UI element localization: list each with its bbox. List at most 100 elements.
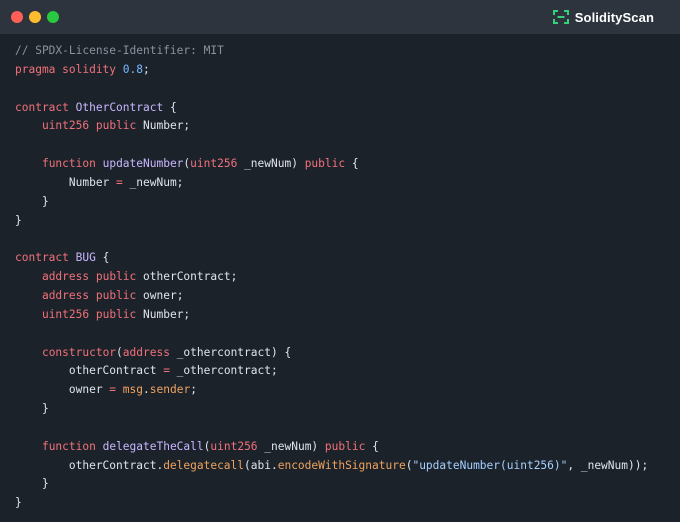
code-token: } xyxy=(15,496,22,510)
code-token: _newNum) xyxy=(237,157,305,171)
code-token: otherContract. xyxy=(15,458,164,472)
code-token: public xyxy=(304,157,346,171)
code-line: Number = _newNum; xyxy=(15,174,680,193)
code-token: OtherContract xyxy=(75,100,164,114)
code-token: BUG xyxy=(75,251,96,265)
code-token: uint256 xyxy=(190,157,238,171)
code-line: uint256 public Number; xyxy=(15,117,680,136)
code-token: ( xyxy=(244,458,251,472)
code-token: { xyxy=(345,157,359,171)
code-token: // SPDX-License-Identifier: MIT xyxy=(15,44,224,57)
code-token: = xyxy=(116,175,123,189)
code-token: . xyxy=(143,383,150,397)
bracket-scan-icon xyxy=(552,10,569,24)
code-token: { xyxy=(95,251,110,265)
code-token: uint256 xyxy=(210,439,258,453)
code-token: msg xyxy=(122,383,144,397)
code-token: contract xyxy=(15,100,69,114)
code-token: address xyxy=(41,288,90,302)
code-token: uint256 xyxy=(41,119,90,133)
code-line: // SPDX-License-Identifier: MIT xyxy=(15,42,680,61)
code-token: public xyxy=(95,288,137,302)
code-line: address public owner; xyxy=(15,287,680,306)
code-token: Number; xyxy=(136,119,191,133)
code-token: delegatecall xyxy=(163,458,245,472)
code-token: address xyxy=(122,345,170,359)
code-line: otherContract.delegatecall(abi.encodeWit… xyxy=(15,457,680,476)
code-token: delegateTheCall xyxy=(102,439,204,453)
code-token: public xyxy=(324,439,366,453)
code-token: , _newNum)); xyxy=(567,458,649,472)
maximize-window-button[interactable] xyxy=(47,11,59,23)
code-token: function xyxy=(41,157,96,171)
code-line: contract BUG { xyxy=(15,249,680,268)
code-token: abi. xyxy=(250,458,278,472)
code-token: function xyxy=(41,439,96,453)
code-token: Number xyxy=(15,175,117,189)
minimize-window-button[interactable] xyxy=(29,11,41,23)
code-token: { xyxy=(163,100,177,114)
code-line: } xyxy=(15,494,680,513)
code-token: public xyxy=(95,307,137,321)
code-token: } xyxy=(15,213,22,227)
code-token: { xyxy=(365,439,379,453)
code-token: _othercontract) { xyxy=(169,345,292,359)
code-token: _othercontract; xyxy=(169,364,278,378)
code-token: Number; xyxy=(136,307,191,321)
code-line: } xyxy=(15,212,680,231)
code-line: function delegateTheCall(uint256 _newNum… xyxy=(15,438,680,457)
code-line: } xyxy=(15,400,680,419)
code-token: = xyxy=(163,364,170,378)
code-token: ; xyxy=(190,383,197,397)
code-token: _newNum) xyxy=(257,439,325,453)
code-token: uint256 xyxy=(41,307,90,321)
code-line: } xyxy=(15,475,680,494)
code-line: otherContract = _othercontract; xyxy=(15,362,680,381)
code-line: contract OtherContract { xyxy=(15,99,680,118)
brand-name: SolidityScan xyxy=(574,9,654,25)
code-line: owner = msg.sender; xyxy=(15,381,680,400)
code-line: constructor(address _othercontract) { xyxy=(15,344,680,363)
code-editor: // SPDX-License-Identifier: MIT pragma so… xyxy=(15,42,680,513)
window-titlebar: SolidityScan xyxy=(0,0,680,34)
code-token: otherContract xyxy=(15,364,164,378)
code-token: constructor xyxy=(41,345,117,359)
code-token: "updateNumber(uint256)" xyxy=(412,458,568,472)
brand-logo: SolidityScan xyxy=(552,9,654,25)
code-token: } xyxy=(15,402,49,416)
code-token: contract xyxy=(15,251,69,265)
code-line: uint256 public Number; xyxy=(15,306,680,325)
code-token: 0.8 xyxy=(122,62,144,76)
code-token: address xyxy=(41,270,90,284)
code-token: encodeWithSignature xyxy=(277,458,406,472)
code-token: ; xyxy=(143,62,150,76)
code-token: otherContract; xyxy=(136,270,238,284)
code-token: ( xyxy=(116,345,123,359)
code-token: _newNum; xyxy=(122,175,184,189)
close-window-button[interactable] xyxy=(11,11,23,23)
code-token: public xyxy=(95,119,137,133)
code-token: owner; xyxy=(136,288,184,302)
code-line: function updateNumber(uint256 _newNum) p… xyxy=(15,155,680,174)
